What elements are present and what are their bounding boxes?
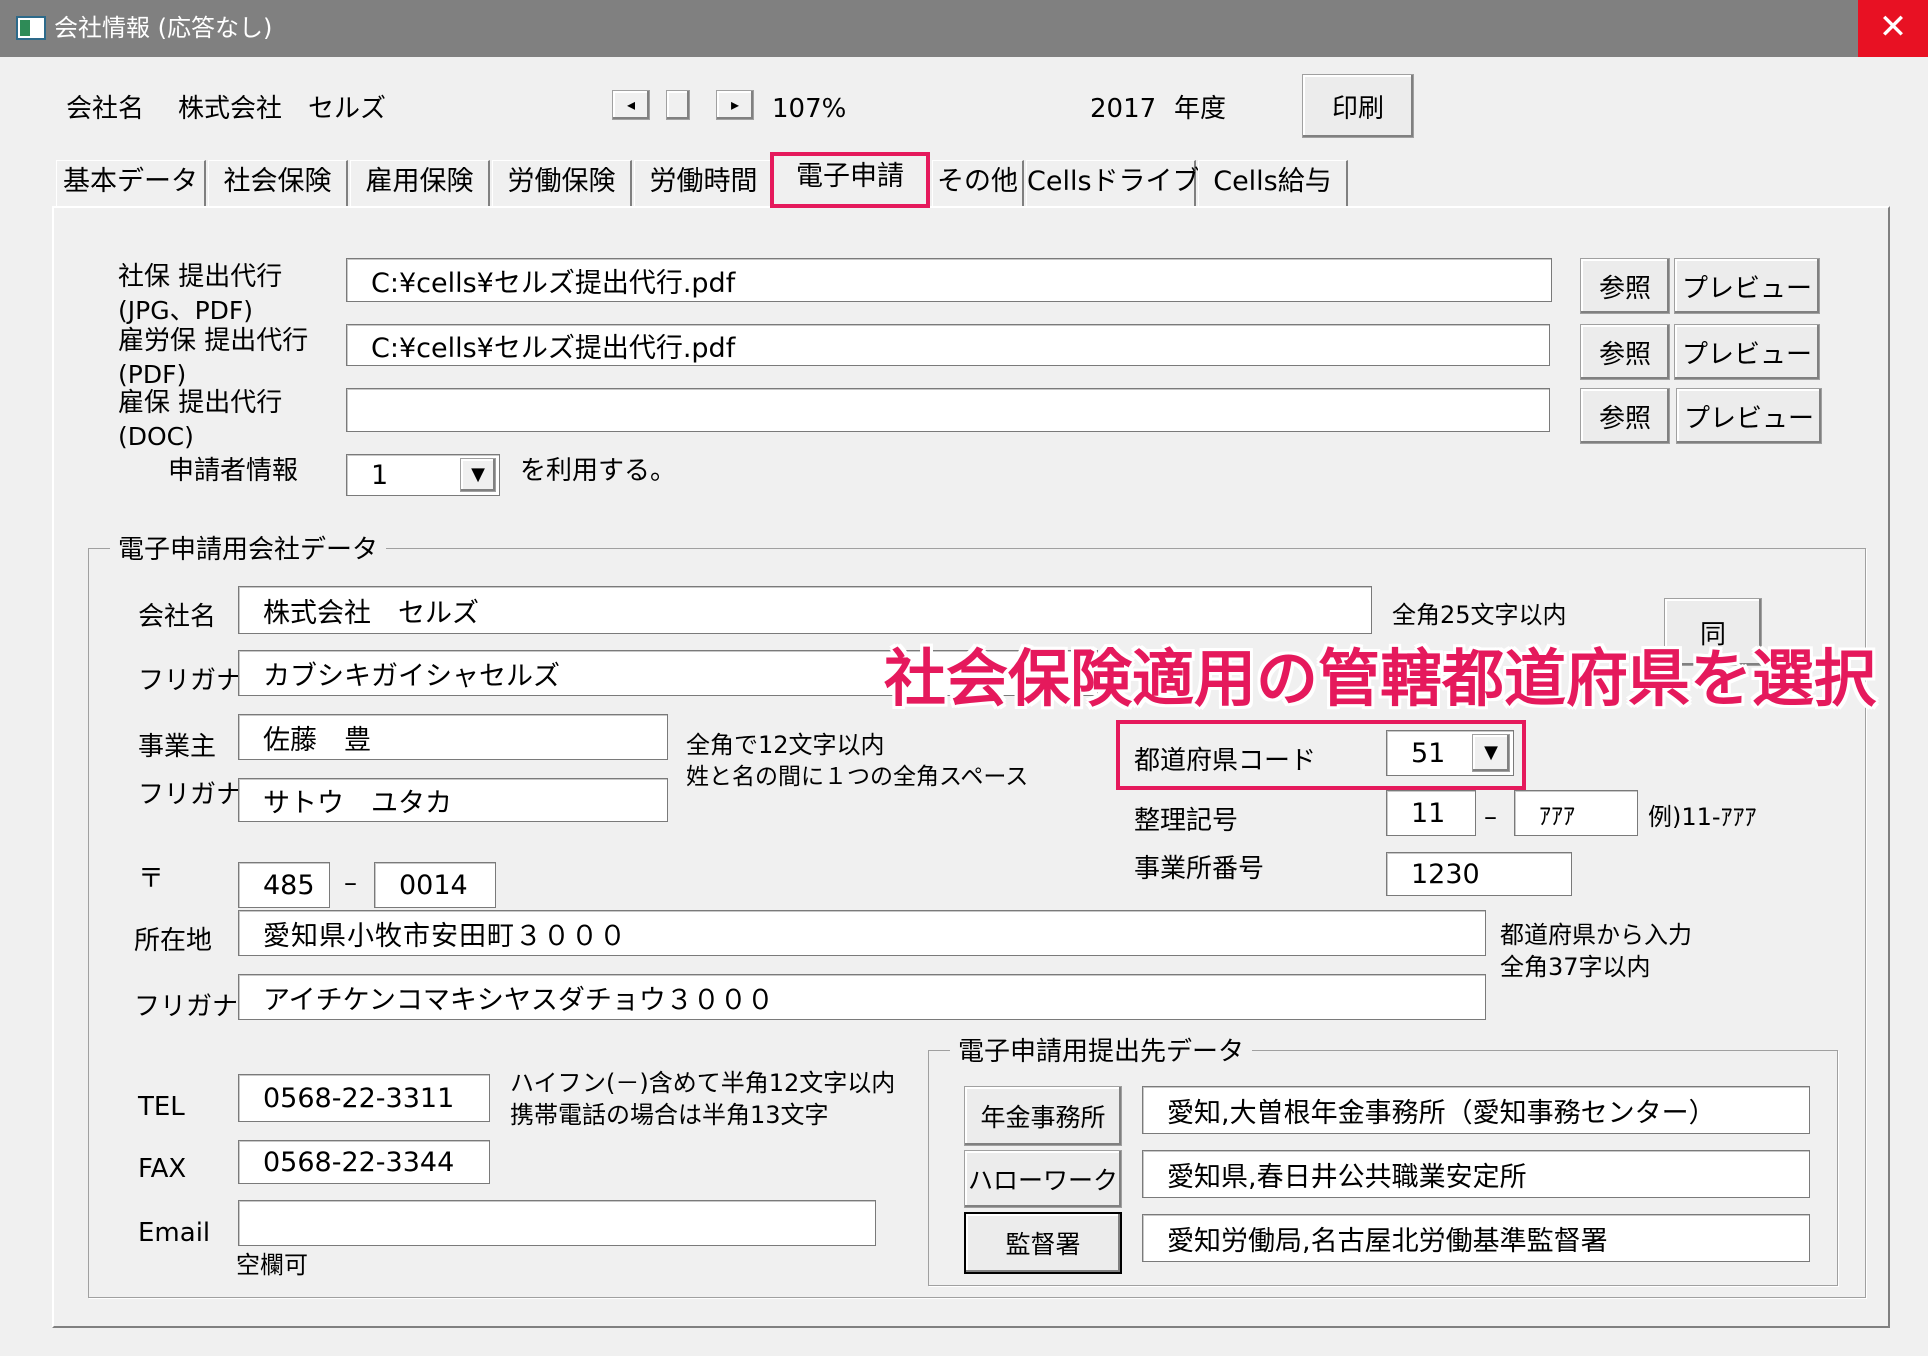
pref-code-dropdown-icon[interactable]: ▼ bbox=[1472, 734, 1510, 772]
filing-label-1-sub: (JPG、PDF) bbox=[118, 296, 254, 325]
filing-path-field-1[interactable]: C:¥cells¥セルズ提出代行.pdf bbox=[346, 258, 1552, 302]
cd-owner-furigana-field[interactable]: サトウ ユタカ bbox=[238, 778, 668, 822]
cd-owner-furigana-label: フリガナ bbox=[138, 780, 243, 810]
filing-label-3: 雇保 提出代行 bbox=[118, 388, 283, 418]
preview-button-1[interactable]: プレビュー bbox=[1674, 258, 1820, 314]
cd-owner-note-2: 姓と名の間に１つの全角スペース bbox=[686, 764, 1029, 790]
browse-button-1[interactable]: 参照 bbox=[1580, 258, 1670, 314]
tel-field[interactable]: 0568-22-3311 bbox=[238, 1074, 490, 1122]
window-title: 会社情報 (応答なし) bbox=[54, 14, 273, 42]
cd-name-field[interactable]: 株式会社 セルズ bbox=[238, 586, 1372, 634]
zoom-slider-thumb[interactable] bbox=[666, 90, 690, 120]
filing-path-field-3[interactable] bbox=[346, 388, 1550, 432]
close-button[interactable]: ✕ bbox=[1858, 0, 1928, 57]
email-note: 空欄可 bbox=[236, 1251, 308, 1279]
tab-social-insurance[interactable]: 社会保険 bbox=[208, 160, 348, 206]
applicant-suffix: を利用する。 bbox=[520, 456, 677, 486]
print-button[interactable]: 印刷 bbox=[1302, 74, 1414, 138]
tab-basic-data[interactable]: 基本データ bbox=[56, 160, 206, 206]
zoom-level: 107% bbox=[772, 94, 847, 124]
tab-cells-payroll[interactable]: Cells給与 bbox=[1198, 160, 1348, 206]
email-field[interactable] bbox=[238, 1200, 876, 1246]
seiri-example: 例)11-ｱｱｱ bbox=[1648, 803, 1757, 831]
pref-code-label: 都道府県コード bbox=[1134, 746, 1317, 776]
company-data-group-title: 電子申請用会社データ bbox=[110, 534, 387, 566]
company-name: 株式会社 セルズ bbox=[178, 94, 387, 124]
browse-button-2[interactable]: 参照 bbox=[1580, 324, 1670, 380]
office-no-field[interactable]: 1230 bbox=[1386, 852, 1572, 896]
address-furigana-field[interactable]: アイチケンコマキシヤスダチョウ３０００ bbox=[238, 974, 1486, 1020]
fiscal-year: 2017 bbox=[1090, 94, 1157, 124]
address-furigana-label: フリガナ bbox=[134, 992, 239, 1022]
pension-office-field[interactable]: 愛知,大曽根年金事務所（愛知事務センター） bbox=[1142, 1086, 1810, 1134]
zip-dash: – bbox=[344, 868, 357, 898]
tel-note-2: 携帯電話の場合は半角13文字 bbox=[510, 1101, 829, 1129]
filing-label-1: 社保 提出代行 bbox=[118, 262, 283, 292]
submission-group-title: 電子申請用提出先データ bbox=[950, 1036, 1253, 1068]
title-bar: 会社情報 (応答なし) ✕ bbox=[0, 0, 1928, 57]
address-note-1: 都道府県から入力 bbox=[1500, 921, 1692, 949]
tel-note-1: ハイフン(－)含めて半角12文字以内 bbox=[510, 1069, 896, 1097]
preview-button-3[interactable]: プレビュー bbox=[1676, 388, 1822, 444]
company-label: 会社名 bbox=[66, 94, 145, 124]
zip-label: 〒 bbox=[138, 864, 165, 894]
seiri-field-1[interactable]: 11 bbox=[1386, 790, 1476, 836]
email-label: Email bbox=[138, 1218, 211, 1248]
labor-office-button[interactable]: 監督署 bbox=[964, 1212, 1122, 1274]
zip-field-1[interactable]: 485 bbox=[238, 862, 330, 908]
filing-label-3-sub: (DOC) bbox=[118, 422, 194, 451]
hello-work-field[interactable]: 愛知県,春日井公共職業安定所 bbox=[1142, 1150, 1810, 1198]
applicant-label: 申請者情報 bbox=[168, 456, 299, 486]
fax-field[interactable]: 0568-22-3344 bbox=[238, 1140, 490, 1184]
address-label: 所在地 bbox=[134, 926, 213, 956]
applicant-dropdown-icon[interactable]: ▼ bbox=[460, 458, 496, 492]
seiri-field-2[interactable]: ｱｱｱ bbox=[1514, 790, 1638, 836]
tab-e-filing[interactable]: 電子申請 bbox=[770, 152, 930, 208]
labor-office-field[interactable]: 愛知労働局,名古屋北労働基準監督署 bbox=[1142, 1214, 1810, 1262]
hello-work-button[interactable]: ハローワーク bbox=[964, 1150, 1122, 1208]
pension-office-button[interactable]: 年金事務所 bbox=[964, 1086, 1122, 1146]
tab-labor-insurance[interactable]: 労働保険 bbox=[492, 160, 632, 206]
tab-employment-insurance[interactable]: 雇用保険 bbox=[350, 160, 490, 206]
zip-field-2[interactable]: 0014 bbox=[374, 862, 496, 908]
seiri-dash: – bbox=[1484, 802, 1497, 832]
fax-label: FAX bbox=[138, 1154, 187, 1184]
address-note-2: 全角37字以内 bbox=[1500, 953, 1651, 981]
address-field[interactable]: 愛知県小牧市安田町３０００ bbox=[238, 910, 1486, 956]
filing-label-2: 雇労保 提出代行 bbox=[118, 326, 309, 356]
tab-working-hours[interactable]: 労働時間 bbox=[634, 160, 774, 206]
filing-path-field-2[interactable]: C:¥cells¥セルズ提出代行.pdf bbox=[346, 324, 1550, 366]
browse-button-3[interactable]: 参照 bbox=[1580, 388, 1670, 444]
office-no-label: 事業所番号 bbox=[1134, 854, 1265, 884]
tel-label: TEL bbox=[138, 1092, 185, 1122]
cd-name-note: 全角25文字以内 bbox=[1392, 601, 1567, 629]
cd-owner-note-1: 全角で12文字以内 bbox=[686, 731, 885, 759]
applicant-select-value: 1 bbox=[371, 459, 389, 491]
app-icon bbox=[16, 16, 46, 40]
cd-owner-label: 事業主 bbox=[138, 732, 217, 762]
cd-furigana-label: フリガナ bbox=[138, 666, 243, 696]
seiri-label: 整理記号 bbox=[1134, 806, 1239, 836]
zoom-right-arrow-icon[interactable]: ▸ bbox=[716, 90, 754, 120]
tab-cells-drive[interactable]: Cellsドライブ bbox=[1026, 160, 1200, 206]
zoom-left-arrow-icon[interactable]: ◂ bbox=[612, 90, 650, 120]
tab-other[interactable]: その他 bbox=[932, 160, 1024, 206]
preview-button-2[interactable]: プレビュー bbox=[1674, 324, 1820, 380]
fiscal-year-suffix: 年度 bbox=[1174, 94, 1227, 124]
cd-name-label: 会社名 bbox=[138, 602, 217, 632]
annotation-callout: 社会保険適用の管轄都道府県を選択 bbox=[884, 642, 1877, 715]
cd-owner-field[interactable]: 佐藤 豊 bbox=[238, 714, 668, 760]
pref-code-value: 51 bbox=[1411, 737, 1446, 769]
